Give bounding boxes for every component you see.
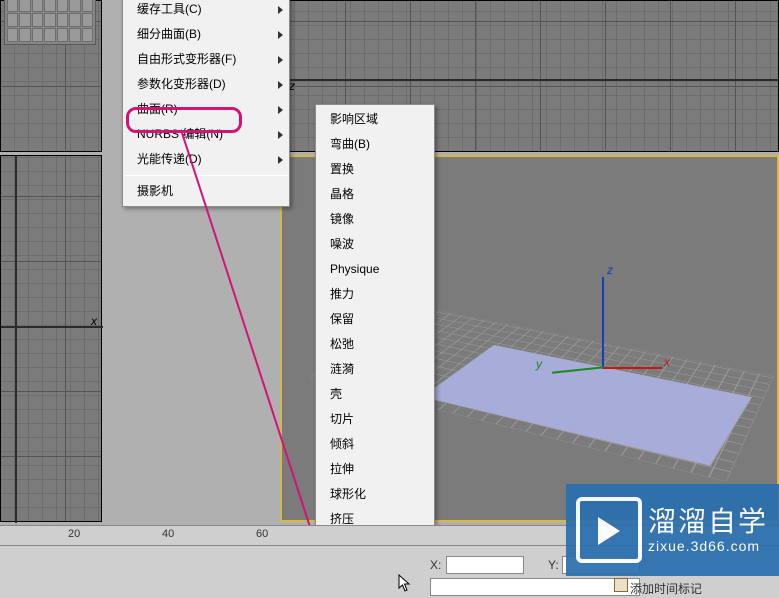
submenu-item-slice[interactable]: 切片: [316, 407, 434, 432]
menu-item-surface[interactable]: 曲面(R): [123, 97, 289, 122]
menu-item-label: 噪波: [330, 237, 354, 251]
menu-item-freeform[interactable]: 自由形式变形器(F): [123, 47, 289, 72]
menu-item-label: NURBS 编辑(N): [137, 127, 223, 141]
menu-item-label: 切片: [330, 412, 354, 426]
submenu-item-relax[interactable]: 松弛: [316, 332, 434, 357]
submenu-item-shell[interactable]: 壳: [316, 382, 434, 407]
submenu-item-displace[interactable]: 置换: [316, 157, 434, 182]
menu-item-label: 涟漪: [330, 362, 354, 376]
coord-x-label: X:: [430, 558, 441, 572]
timeline-tick-60: 60: [256, 528, 268, 540]
menu-item-label: 自由形式变形器(F): [137, 52, 236, 66]
menu-item-label: 晶格: [330, 187, 354, 201]
submenu-item-stretch[interactable]: 拉伸: [316, 457, 434, 482]
add-time-tag-label[interactable]: 添加时间标记: [630, 580, 702, 597]
menu-item-label: 弯曲(B): [330, 137, 370, 151]
timeline-tick-20: 20: [68, 528, 80, 540]
submenu-item-ripple[interactable]: 涟漪: [316, 357, 434, 382]
menu-item-label: 壳: [330, 387, 342, 401]
menu-separator: [124, 175, 288, 176]
submenu-item-bend[interactable]: 弯曲(B): [316, 132, 434, 157]
command-input[interactable]: [430, 578, 640, 596]
menu-item-cache-tools[interactable]: 缓存工具(C): [123, 0, 289, 22]
gizmo-x-label: x: [664, 355, 670, 369]
menu-item-label: 挤压: [330, 512, 354, 526]
play-icon: [576, 497, 642, 563]
submenu-item-noise[interactable]: 噪波: [316, 232, 434, 257]
axis-x-label: x: [91, 314, 97, 328]
axis-line-v: [15, 156, 17, 523]
menu-item-label: 影响区域: [330, 112, 378, 126]
add-time-tag-icon[interactable]: [614, 578, 628, 592]
submenu-item-mirror[interactable]: 镜像: [316, 207, 434, 232]
submenu-item-affect-region[interactable]: 影响区域: [316, 107, 434, 132]
menu-item-nurbs[interactable]: NURBS 编辑(N): [123, 122, 289, 147]
viewport-top-left[interactable]: [0, 0, 102, 152]
axis-line: [281, 79, 779, 81]
palette-panel[interactable]: [4, 0, 96, 45]
menu-item-label: 置换: [330, 162, 354, 176]
menu-item-subdiv[interactable]: 细分曲面(B): [123, 22, 289, 47]
viewport-bottom-left[interactable]: x: [0, 155, 102, 522]
watermark-logo: 溜溜自学 zixue.3d66.com: [566, 484, 779, 576]
menu-item-label: 保留: [330, 312, 354, 326]
parametric-submenu[interactable]: 影响区域 弯曲(B) 置换 晶格 镜像 噪波 Physique 推力 保留 松弛…: [315, 104, 435, 598]
menu-item-label: 倾斜: [330, 437, 354, 451]
menu-item-label: 摄影机: [137, 184, 173, 198]
watermark-text: 溜溜自学 zixue.3d66.com: [648, 505, 768, 555]
submenu-item-skew[interactable]: 倾斜: [316, 432, 434, 457]
watermark-title: 溜溜自学: [648, 505, 768, 539]
menu-item-label: 曲面(R): [137, 102, 178, 116]
menu-item-label: 细分曲面(B): [137, 27, 201, 41]
gizmo-z-label: z: [607, 263, 613, 277]
modifiers-menu[interactable]: 缓存工具(C) 细分曲面(B) 自由形式变形器(F) 参数化变形器(D) 曲面(…: [122, 0, 290, 207]
menu-item-label: 推力: [330, 287, 354, 301]
menu-item-label: 拉伸: [330, 462, 354, 476]
menu-item-label: 镜像: [330, 212, 354, 226]
menu-item-label: 松弛: [330, 337, 354, 351]
modifiers-menu-list: 缓存工具(C) 细分曲面(B) 自由形式变形器(F) 参数化变形器(D) 曲面(…: [123, 0, 289, 206]
menu-item-label: 缓存工具(C): [137, 2, 202, 16]
gizmo-x-axis[interactable]: [602, 367, 662, 369]
menu-item-camera[interactable]: 摄影机: [123, 179, 289, 204]
gizmo-y-axis[interactable]: [552, 366, 604, 373]
submenu-item-physique[interactable]: Physique: [316, 257, 434, 282]
submenu-item-lattice[interactable]: 晶格: [316, 182, 434, 207]
watermark-url: zixue.3d66.com: [648, 538, 768, 555]
menu-item-label: 球形化: [330, 487, 366, 501]
submenu-item-preserve[interactable]: 保留: [316, 307, 434, 332]
timeline-tick-40: 40: [162, 528, 174, 540]
palette-grid: [5, 0, 95, 44]
menu-item-label: 参数化变形器(D): [137, 77, 226, 91]
transform-gizmo[interactable]: z x y: [542, 277, 662, 407]
gizmo-y-label: y: [536, 357, 542, 371]
submenu-item-push[interactable]: 推力: [316, 282, 434, 307]
menu-item-radiosity[interactable]: 光能传递(D): [123, 147, 289, 172]
coord-x-input[interactable]: [446, 556, 524, 574]
menu-item-label: Physique: [330, 262, 379, 276]
coord-y-label: Y:: [548, 558, 559, 572]
gizmo-z-axis[interactable]: [602, 277, 604, 369]
menu-item-parametric[interactable]: 参数化变形器(D): [123, 72, 289, 97]
submenu-item-spherify[interactable]: 球形化: [316, 482, 434, 507]
menu-item-label: 光能传递(D): [137, 152, 202, 166]
